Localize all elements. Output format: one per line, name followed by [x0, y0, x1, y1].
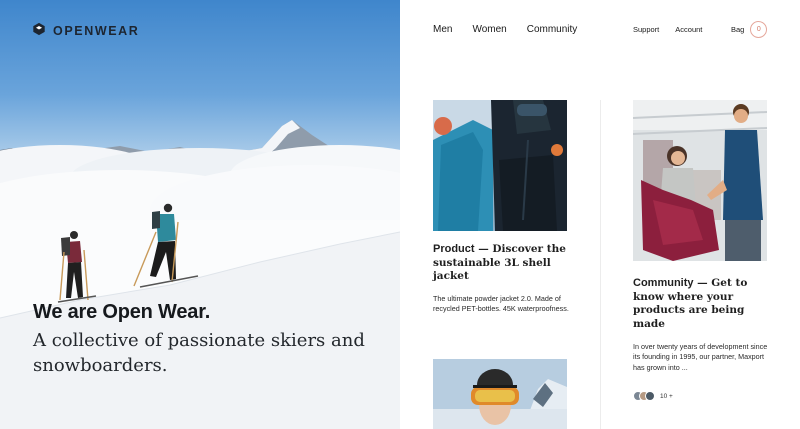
nav-account[interactable]: Account [675, 25, 702, 34]
nav-support[interactable]: Support [633, 25, 659, 34]
main-nav: Men Women Community [433, 24, 577, 35]
brand-name: OPENWEAR [53, 23, 140, 38]
brand-logo[interactable]: OPENWEAR [32, 22, 139, 39]
bag-count-badge: 0 [750, 21, 768, 38]
community-avatars[interactable]: 10 + [633, 391, 673, 401]
community-card-image[interactable] [633, 100, 767, 261]
product-card-description: The ultimate powder jacket 2.0. Made of … [433, 294, 569, 314]
community-card-description: In over twenty years of development sinc… [633, 342, 768, 372]
nav-men[interactable]: Men [433, 24, 452, 35]
product-card-category: Product [433, 243, 475, 255]
hero-subtitle: A collective of passionate skiers and sn… [33, 330, 365, 376]
bag-button[interactable]: Bag 0 [731, 21, 768, 38]
utility-nav: Support Account [633, 25, 702, 34]
hero-image: OPENWEAR We are Open Wear. A collective … [0, 0, 400, 429]
avatar-count: 10 + [660, 392, 673, 400]
community-card-heading[interactable]: Community — Get to know where your produ… [633, 277, 763, 331]
nav-community[interactable]: Community [527, 24, 578, 35]
column-divider [600, 100, 601, 429]
hexagon-logo-icon [32, 22, 46, 39]
product-card-image[interactable] [433, 100, 567, 231]
product-card-2-image[interactable] [433, 359, 567, 429]
nav-women[interactable]: Women [472, 24, 506, 35]
community-card-category: Community [633, 277, 694, 289]
bag-label: Bag [731, 25, 745, 34]
avatar [645, 391, 655, 401]
product-card-heading[interactable]: Product — Discover the sustainable 3L sh… [433, 243, 573, 284]
hero-title: We are Open Wear. [33, 301, 211, 323]
